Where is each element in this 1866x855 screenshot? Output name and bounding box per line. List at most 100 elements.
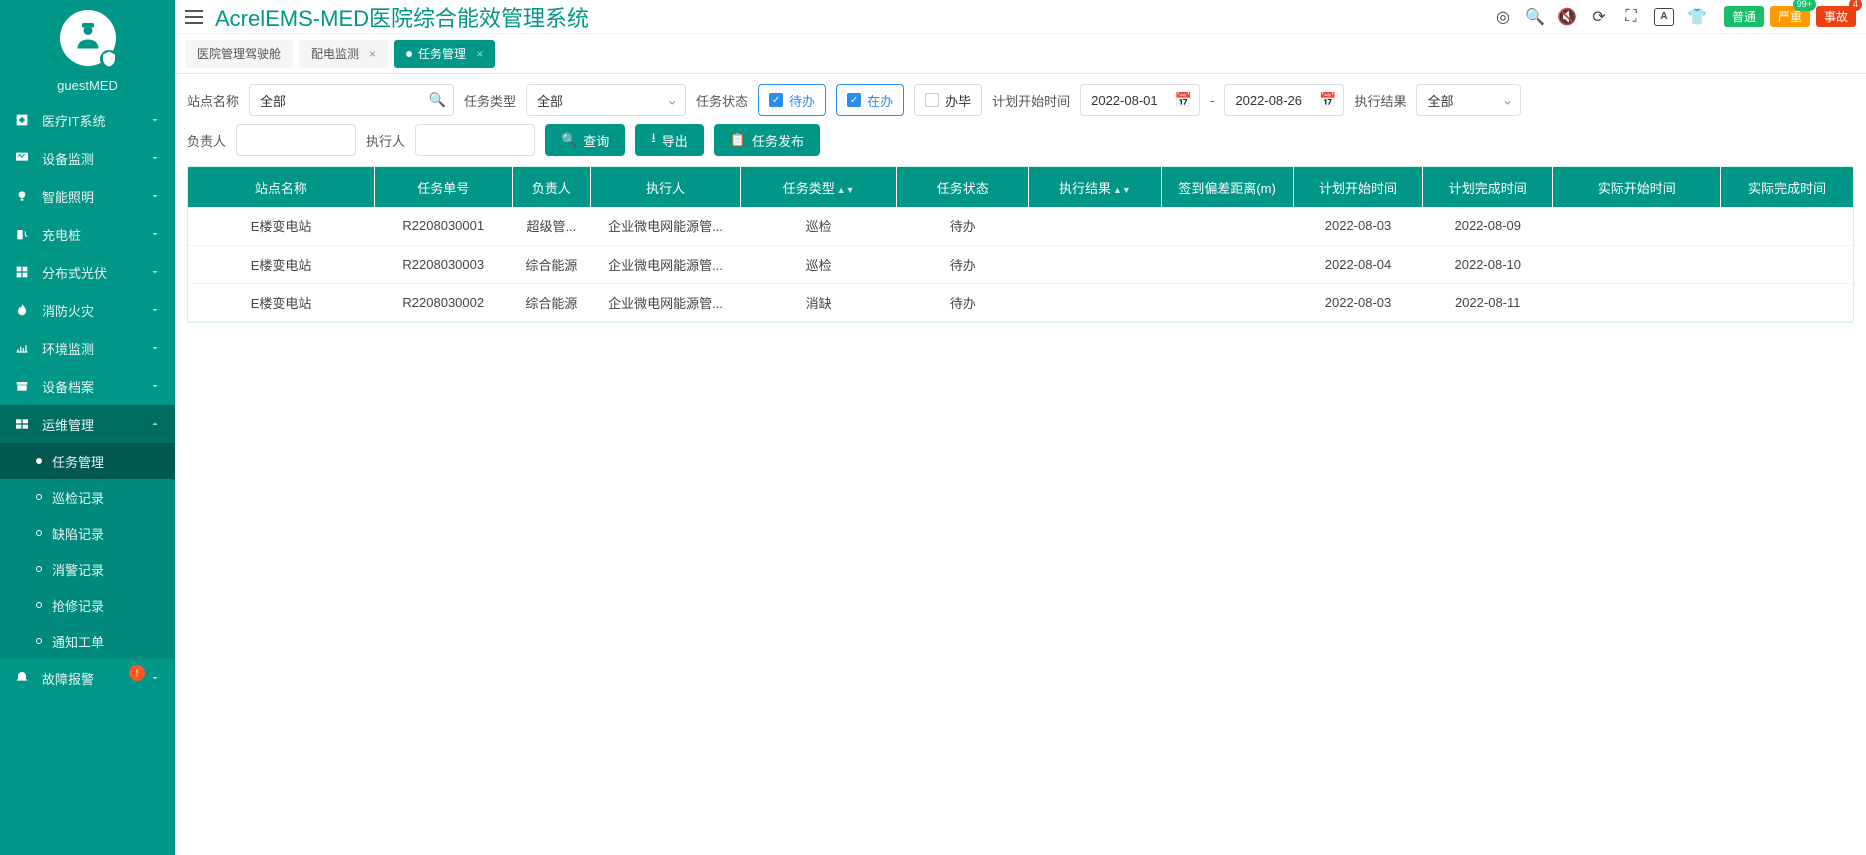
menu-label: 设备监测	[42, 149, 149, 168]
date-from[interactable]: 📅	[1080, 84, 1200, 116]
select-type[interactable]: ⌄	[526, 84, 686, 116]
export-button[interactable]: ⭳导出	[635, 124, 704, 156]
cell	[1161, 245, 1293, 283]
type-select[interactable]	[526, 84, 686, 116]
badge-accident[interactable]: 事故4	[1816, 6, 1856, 27]
table-row[interactable]: E楼变电站R2208030001超级管...企业微电网能源管...巡检待办202…	[188, 207, 1853, 245]
badge-label: 普通	[1732, 10, 1756, 24]
menu-label: 分布式光伏	[42, 263, 149, 282]
close-icon[interactable]: ×	[369, 47, 376, 61]
badge-normal[interactable]: 普通	[1724, 6, 1764, 27]
input-owner[interactable]	[236, 124, 356, 156]
chevron-down-icon	[149, 190, 161, 202]
submenu-label: 任务管理	[52, 452, 104, 471]
bulb-icon	[14, 188, 30, 204]
submenu-label: 巡检记录	[52, 488, 104, 507]
badge-severe[interactable]: 严重99+	[1770, 6, 1810, 27]
chevron-down-icon	[149, 266, 161, 278]
select-result[interactable]: ⌄	[1416, 84, 1521, 116]
input-executor[interactable]	[415, 124, 535, 156]
col-header[interactable]: 实际开始时间	[1553, 167, 1721, 207]
col-header[interactable]: 执行人	[590, 167, 740, 207]
col-header[interactable]: 计划完成时间	[1423, 167, 1553, 207]
menu-alarm[interactable]: 故障报警 !	[0, 659, 175, 697]
col-header[interactable]: 任务状态	[897, 167, 1029, 207]
submenu-workorder[interactable]: 通知工单	[0, 623, 175, 659]
header-icons: ◎ 🔍 🔇 ⟳ ⛶ A 👕 普通 严重99+ 事故4	[1494, 6, 1856, 27]
col-header[interactable]: 签到偏差距离(m)	[1161, 167, 1293, 207]
table-row[interactable]: E楼变电站R2208030002综合能源企业微电网能源管...消缺待办2022-…	[188, 283, 1853, 321]
cell: 2022-08-10	[1423, 245, 1553, 283]
close-icon[interactable]: ×	[476, 47, 483, 61]
user-circle-icon[interactable]: ◎	[1494, 8, 1512, 26]
cell: 2022-08-11	[1423, 283, 1553, 321]
menu-device-monitor[interactable]: 设备监测	[0, 139, 175, 177]
submenu-inspect[interactable]: 巡检记录	[0, 479, 175, 515]
menu-fire[interactable]: 消防火灾	[0, 291, 175, 329]
dot-icon	[36, 530, 42, 536]
main: AcrelEMS-MED医院综合能效管理系统 ◎ 🔍 🔇 ⟳ ⛶ A 👕 普通 …	[175, 0, 1866, 855]
submenu-repair[interactable]: 抢修记录	[0, 587, 175, 623]
mute-icon[interactable]: 🔇	[1558, 8, 1576, 26]
result-select[interactable]	[1416, 84, 1521, 116]
hamburger-icon[interactable]	[185, 10, 203, 24]
date-sep: -	[1210, 93, 1214, 108]
submenu-defect[interactable]: 缺陷记录	[0, 515, 175, 551]
checkbox-done[interactable]: 办毕	[914, 84, 982, 116]
font-size-icon[interactable]: A	[1654, 8, 1674, 26]
cell	[1029, 207, 1161, 245]
col-header[interactable]: 任务类型▲▼	[741, 167, 897, 207]
input-site[interactable]: 🔍	[249, 84, 454, 116]
cell: E楼变电站	[188, 283, 374, 321]
dot-icon	[36, 458, 42, 464]
col-header[interactable]: 执行结果▲▼	[1029, 167, 1161, 207]
col-header[interactable]: 站点名称	[188, 167, 374, 207]
theme-icon[interactable]: 👕	[1688, 8, 1706, 26]
cell: 待办	[897, 245, 1029, 283]
label-result: 执行结果	[1354, 91, 1406, 110]
fullscreen-icon[interactable]: ⛶	[1622, 8, 1640, 26]
col-header[interactable]: 负责人	[512, 167, 590, 207]
publish-button[interactable]: 📋 任务发布	[714, 124, 820, 156]
menu-env[interactable]: 环境监测	[0, 329, 175, 367]
cell: 待办	[897, 207, 1029, 245]
badge-label: 严重	[1778, 10, 1802, 24]
col-header[interactable]: 任务单号	[374, 167, 512, 207]
nav-menu: 医疗IT系统 设备监测 智能照明 充电桩 分布式光伏	[0, 101, 175, 855]
tab-power-monitor[interactable]: 配电监测 ×	[299, 40, 388, 68]
submenu-clear-alarm[interactable]: 消警记录	[0, 551, 175, 587]
badge-label: 事故	[1824, 10, 1848, 24]
tab-task-mgmt[interactable]: 任务管理×	[394, 40, 495, 68]
site-input[interactable]	[249, 84, 454, 116]
task-table: 站点名称任务单号负责人执行人任务类型▲▼任务状态执行结果▲▼签到偏差距离(m)计…	[187, 166, 1854, 323]
tab-label: 配电监测	[311, 45, 359, 62]
menu-ops[interactable]: 运维管理	[0, 405, 175, 443]
menu-pv[interactable]: 分布式光伏	[0, 253, 175, 291]
executor-input[interactable]	[415, 124, 535, 156]
refresh-icon[interactable]: ⟳	[1590, 8, 1608, 26]
col-header[interactable]: 实际完成时间	[1721, 167, 1853, 207]
search-icon[interactable]: 🔍	[1526, 8, 1544, 26]
avatar[interactable]	[60, 10, 116, 66]
col-header[interactable]: 计划开始时间	[1293, 167, 1423, 207]
tab-dashboard[interactable]: 医院管理驾驶舱	[185, 40, 293, 68]
owner-input[interactable]	[236, 124, 356, 156]
submenu-task-mgmt[interactable]: 任务管理	[0, 443, 175, 479]
checkbox-pending[interactable]: ✓待办	[758, 84, 826, 116]
date-to-input[interactable]	[1224, 84, 1344, 116]
charge-icon	[14, 226, 30, 242]
checkbox-doing[interactable]: ✓在办	[836, 84, 904, 116]
clipboard-icon: 📋	[730, 132, 746, 148]
table-row[interactable]: E楼变电站R2208030003综合能源企业微电网能源管...巡检待办2022-…	[188, 245, 1853, 283]
date-to[interactable]: 📅	[1224, 84, 1344, 116]
menu-medical-it[interactable]: 医疗IT系统	[0, 101, 175, 139]
menu-smart-lighting[interactable]: 智能照明	[0, 177, 175, 215]
cell: E楼变电站	[188, 245, 374, 283]
menu-charging[interactable]: 充电桩	[0, 215, 175, 253]
fire-icon	[14, 302, 30, 318]
query-button[interactable]: 🔍查询	[545, 124, 625, 156]
btn-label: 任务发布	[752, 131, 804, 150]
menu-archive[interactable]: 设备档案	[0, 367, 175, 405]
date-from-input[interactable]	[1080, 84, 1200, 116]
cell	[1553, 245, 1721, 283]
